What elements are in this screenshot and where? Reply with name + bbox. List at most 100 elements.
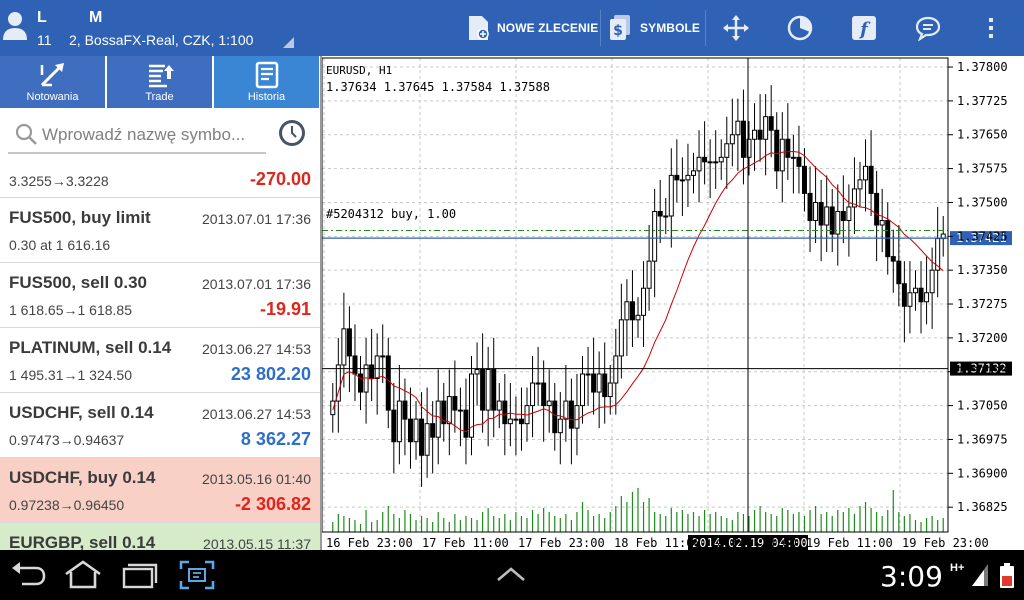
history-document-icon [255,61,278,89]
candle-body [840,210,846,222]
candle-body [646,260,652,289]
signal-icon [972,564,988,586]
candle-body [685,174,691,181]
history-detail: 0.97238→0.96450 [9,497,125,513]
x-tick-label: 17 Feb 23:00 [518,536,605,550]
history-row[interactable]: 3.3255→3.3228 -270.00 [0,164,320,198]
candle-body [591,373,597,393]
indicators-button[interactable]: f [851,0,877,56]
candle-body [912,287,918,294]
toolbar-divider [600,10,601,46]
chat-button[interactable] [915,0,941,56]
panel-divider[interactable] [320,56,322,550]
candle-body [513,418,519,421]
overflow-menu-button[interactable] [985,0,997,56]
search-icon [15,123,37,145]
candle-body [729,134,735,145]
period-filter-button[interactable] [277,118,307,148]
x-tick-label: 16 Feb 23:00 [326,536,413,550]
account-dropdown-icon[interactable] [283,37,294,48]
toolbar-divider [705,10,706,46]
candle-body [796,156,802,167]
x-tick-label: 19 Feb 11:00 [806,536,893,550]
history-row[interactable]: USDCHF, buy 0.14 2013.05.16 01:40 0.97238→… [0,458,320,523]
history-profit: -270.00 [249,169,311,189]
candle-body [785,138,791,158]
history-time: 2013.07.01 17:36 [202,211,311,227]
function-icon: f [852,16,876,40]
history-panel: Notowania Trade Historia 3.3255→3.3228 -2… [0,56,320,550]
candle-body [491,368,497,411]
candle-body [541,382,547,407]
tab-history[interactable]: Historia [214,56,319,108]
network-type: H+ [950,562,965,574]
candle-body [790,156,796,159]
tab-trade[interactable]: Trade [107,56,212,108]
y-tick-label: 1.37725 [957,94,1008,108]
recent-apps-icon[interactable] [120,559,160,591]
candle-body [929,269,935,294]
candle-body [652,210,658,262]
candle-body [502,400,508,425]
history-row[interactable]: EURGBP, sell 0.14 2013.05.15 11:37 [0,523,320,550]
candle-body [624,301,630,321]
y-tick-label: 1.37350 [957,263,1008,277]
period-button[interactable] [786,0,814,56]
candle-body [918,287,924,303]
candle-body [457,409,463,412]
candle-body [557,418,563,434]
candle-body [896,260,902,285]
candle-body [707,161,713,164]
price-chart[interactable]: 1.374211.371322014.02.19 04:00 1.378001.… [320,56,1024,550]
tab-quotes[interactable]: Notowania [0,56,105,108]
svg-text:$: $ [613,23,623,39]
candle-body [341,328,347,366]
candle-body [391,409,397,443]
y-tick-label: 1.37050 [957,399,1008,413]
candle-body [430,423,436,438]
candle-body [679,179,685,182]
history-profit: 23 802.20 [230,364,311,384]
search-input[interactable] [42,120,264,150]
y-tick-label: 1.37125 [957,365,1008,379]
history-row[interactable]: USDCHF, sell 0.14 2013.06.27 14:53 0.97473… [0,393,320,458]
candle-body [763,116,769,140]
x-tick-label: 19 Feb 23:00 [902,536,989,550]
chevron-up-icon[interactable] [494,564,528,584]
history-profit: -19.91 [259,299,311,319]
account-server: 2, BossaFX-Real, CZK, 1:100 [69,32,254,48]
crosshair-button[interactable] [722,0,750,56]
history-detail: 3.3255→3.3228 [9,173,109,189]
new-order-button[interactable]: NOWE ZLECENIE [467,0,598,56]
history-row[interactable]: PLATINUM, sell 0.14 2013.06.27 14:53 1 495… [0,328,320,393]
y-tick-label: 1.37650 [957,128,1008,142]
candle-body [358,373,364,393]
candle-body [507,418,513,425]
candle-body [740,120,746,158]
y-tick-label: 1.37275 [957,297,1008,311]
quotes-arrows-icon [40,63,64,87]
y-tick-label: 1.37575 [957,162,1008,176]
candle-body [407,418,413,443]
history-row[interactable]: FUS500, sell 0.30 2013.07.01 17:36 1 618.6… [0,263,320,328]
candle-body [696,156,702,172]
history-row[interactable]: FUS500, buy limit 2013.07.01 17:36 0.30 at… [0,198,320,263]
candle-body [668,174,674,217]
candle-body [657,210,663,217]
y-tick-label: 1.36900 [957,466,1008,480]
chart-panel[interactable]: 1.37421 1.37132 2014.02.19 04:00 1.37800 1.… [320,56,1024,550]
candle-body [752,129,758,140]
action-bar: L M 11 2, BossaFX-Real, CZK, 1:100 NOWE … [0,0,1024,56]
home-icon[interactable] [62,559,104,591]
back-icon[interactable] [8,559,48,591]
candle-body [607,382,613,398]
candle-body [757,129,763,140]
symbols-button[interactable]: $ SYMBOLE [608,0,700,56]
symbols-icon: $ [610,15,630,40]
screenshot-icon[interactable] [178,559,216,591]
order-label: #5204312 buy, 1.00 [326,207,456,221]
tab-bar: Notowania Trade Historia [0,56,320,108]
user-icon[interactable] [2,10,28,42]
candle-body [330,400,336,416]
candle-body [369,364,375,380]
